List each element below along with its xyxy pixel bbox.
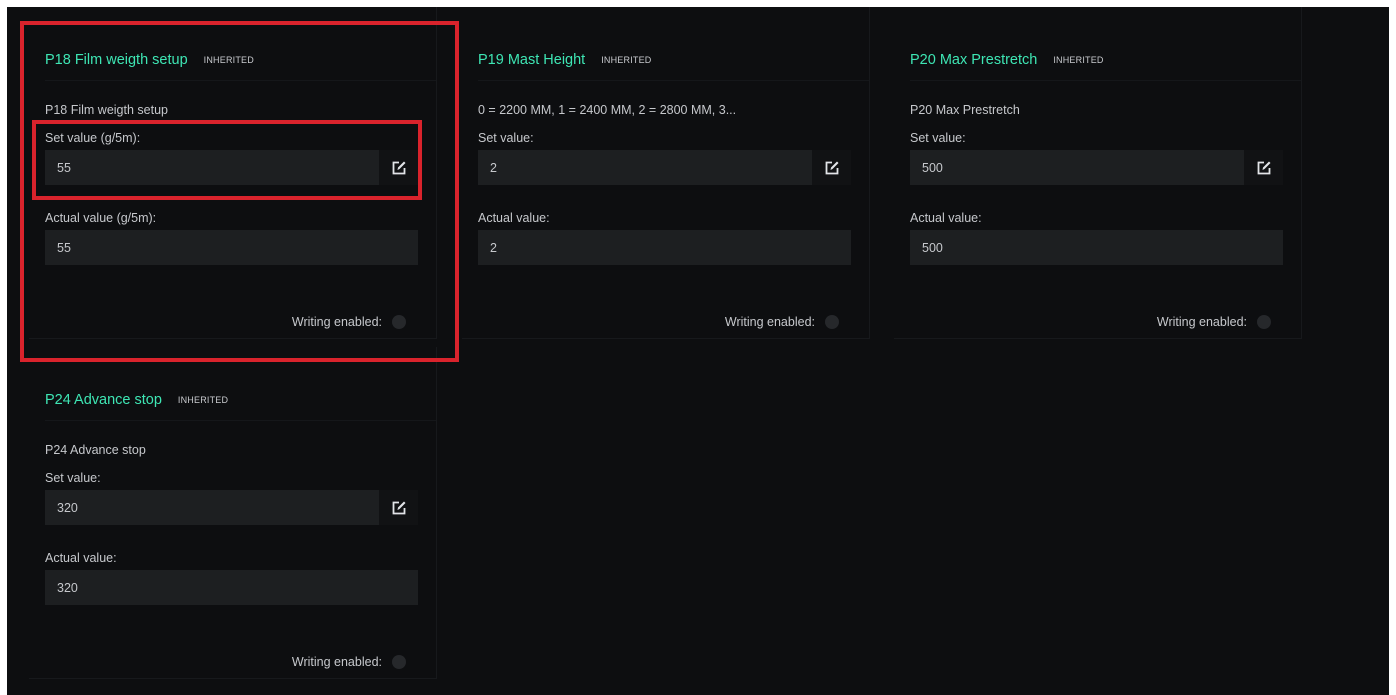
writing-enabled: Writing enabled: xyxy=(292,315,406,329)
edit-button[interactable] xyxy=(379,490,418,525)
card-description: P18 Film weigth setup xyxy=(45,103,168,117)
inherited-badge: INHERITED xyxy=(1053,55,1104,65)
card-description: 0 = 2200 MM, 1 = 2400 MM, 2 = 2800 MM, 3… xyxy=(478,103,737,117)
writing-enabled: Writing enabled: xyxy=(1157,315,1271,329)
parameter-card-p18: P18 Film weigth setup INHERITED P18 Film… xyxy=(29,7,437,339)
set-value-label: Set value: xyxy=(910,131,966,145)
page: P18 Film weigth setup INHERITED P18 Film… xyxy=(0,0,1396,695)
edit-button[interactable] xyxy=(812,150,851,185)
writing-enabled-label: Writing enabled: xyxy=(1156,315,1247,329)
actual-value-label: Actual value: xyxy=(478,211,550,225)
set-value-input[interactable] xyxy=(478,150,812,185)
parameter-card-p19: P19 Mast Height INHERITED 0 = 2200 MM, 1… xyxy=(462,7,870,339)
card-description: P24 Advance stop xyxy=(45,443,146,457)
actual-value-label: Actual value: xyxy=(45,551,117,565)
edit-icon xyxy=(824,160,840,176)
writing-enabled-toggle[interactable] xyxy=(825,315,839,329)
actual-value-label: Actual value: xyxy=(910,211,982,225)
set-value-input[interactable] xyxy=(45,150,379,185)
edit-icon xyxy=(391,500,407,516)
card-title: P19 Mast Height xyxy=(478,52,586,68)
inherited-badge: INHERITED xyxy=(601,55,652,65)
writing-enabled-toggle[interactable] xyxy=(392,655,406,669)
actual-value-field xyxy=(45,570,418,605)
set-value-label: Set value: xyxy=(45,471,101,485)
set-value-label: Set value (g/5m): xyxy=(45,131,141,145)
edit-icon xyxy=(391,160,407,176)
card-title: P18 Film weigth setup xyxy=(45,52,188,68)
card-header: P19 Mast Height INHERITED xyxy=(478,40,869,81)
writing-enabled: Writing enabled: xyxy=(725,315,839,329)
card-header: P18 Film weigth setup INHERITED xyxy=(45,40,436,81)
card-header: P20 Max Prestretch INHERITED xyxy=(910,40,1301,81)
card-title: P24 Advance stop xyxy=(45,392,162,408)
actual-value-field xyxy=(45,230,418,265)
card-description: P20 Max Prestretch xyxy=(910,103,1020,117)
set-value-input[interactable] xyxy=(45,490,379,525)
writing-enabled-label: Writing enabled: xyxy=(724,315,815,329)
writing-enabled: Writing enabled: xyxy=(292,655,406,669)
set-value-label: Set value: xyxy=(478,131,534,145)
actual-value-field xyxy=(910,230,1283,265)
writing-enabled-label: Writing enabled: xyxy=(291,655,382,669)
card-header: P24 Advance stop INHERITED xyxy=(45,380,436,421)
edit-button[interactable] xyxy=(1244,150,1283,185)
card-title: P20 Max Prestretch xyxy=(910,52,1038,68)
writing-enabled-toggle[interactable] xyxy=(392,315,406,329)
writing-enabled-label: Writing enabled: xyxy=(291,315,382,329)
edit-button[interactable] xyxy=(379,150,418,185)
actual-value-label: Actual value (g/5m): xyxy=(45,211,157,225)
inherited-badge: INHERITED xyxy=(177,395,229,405)
parameter-card-p24: P24 Advance stop INHERITED P24 Advance s… xyxy=(29,347,437,679)
set-value-input[interactable] xyxy=(910,150,1244,185)
edit-icon xyxy=(1256,160,1272,176)
actual-value-field xyxy=(478,230,851,265)
parameters-panel: P18 Film weigth setup INHERITED P18 Film… xyxy=(7,7,1389,695)
inherited-badge: INHERITED xyxy=(203,55,254,65)
parameter-card-p20: P20 Max Prestretch INHERITED P20 Max Pre… xyxy=(894,7,1302,339)
writing-enabled-toggle[interactable] xyxy=(1257,315,1271,329)
